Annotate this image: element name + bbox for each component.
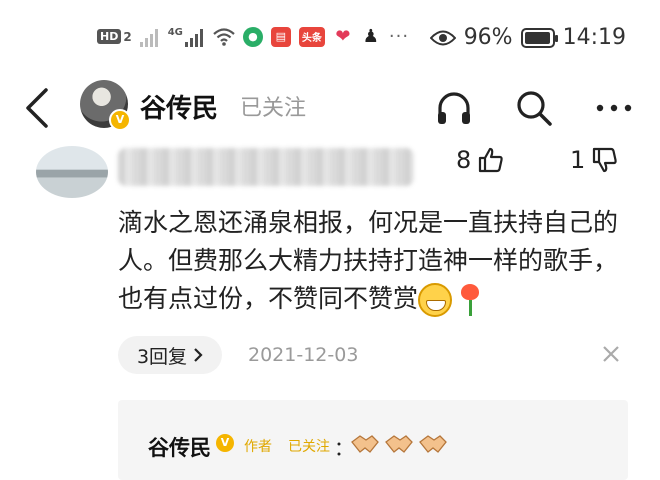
close-icon[interactable]	[600, 343, 622, 365]
status-bar: HD 2 4G ● ▤ 头条 ❤ ♟ ··· 96% 14:19	[0, 0, 660, 78]
comment-date: 2021-12-03	[248, 344, 359, 366]
like-button[interactable]: 8	[456, 146, 505, 174]
dislike-count: 1	[570, 146, 586, 174]
view-replies-button[interactable]: 3回复	[118, 336, 222, 374]
author-avatar[interactable]: V	[80, 80, 131, 131]
like-count: 8	[456, 146, 472, 174]
author-tag: 作者	[244, 439, 272, 455]
rose-emoji-icon	[458, 283, 482, 317]
headphones-icon[interactable]	[434, 88, 474, 128]
follow-tag: 已关注	[288, 439, 330, 455]
author-name[interactable]: 谷传民	[140, 88, 218, 125]
comment-text: 滴水之恩还涌泉相报，何况是一直扶持自己的人。但费那么大精力扶持打造神一样的歌手，…	[118, 208, 619, 313]
reply-emojis	[350, 432, 448, 456]
wechat-icon: ●	[242, 26, 263, 47]
commenter-avatar[interactable]	[36, 146, 108, 198]
status-right: 96% 14:19	[429, 25, 626, 50]
clock: 14:19	[562, 25, 626, 50]
wifi-icon	[213, 27, 235, 46]
network-type: 4G	[167, 27, 183, 38]
handshake-emoji-icon	[351, 435, 379, 453]
sim-slot: 2	[123, 29, 132, 44]
eye-icon	[429, 30, 456, 45]
reply-author-name[interactable]: 谷传民	[148, 432, 211, 462]
qq-icon: ♟	[360, 26, 381, 47]
dislike-button[interactable]: 1	[570, 146, 619, 174]
books-icon: ▤	[270, 26, 291, 47]
thumbs-down-icon	[593, 147, 617, 173]
more-options-icon[interactable]	[594, 88, 634, 128]
battery-icon	[520, 27, 558, 48]
back-arrow-icon[interactable]	[20, 86, 56, 130]
status-left: HD 2 4G ● ▤ 头条 ❤ ♟ ···	[97, 26, 409, 47]
reply-count: 3回复	[136, 345, 188, 368]
handshake-emoji-icon	[385, 435, 413, 453]
verified-badge: V	[216, 434, 234, 452]
more-notifications-icon: ···	[388, 26, 410, 47]
toutiao-icon: 头条	[298, 26, 325, 47]
search-icon[interactable]	[514, 88, 554, 128]
verified-badge: V	[109, 109, 131, 131]
comment-body: 滴水之恩还涌泉相报，何况是一直扶持自己的人。但费那么大精力扶持打造神一样的歌手，…	[118, 204, 618, 318]
handshake-emoji-icon	[419, 435, 447, 453]
hd-badge: HD	[97, 29, 122, 44]
thumbs-up-icon	[479, 147, 503, 173]
commenter-name-redacted	[118, 148, 414, 186]
signal-icon	[139, 27, 160, 47]
battery-percent: 96%	[463, 25, 513, 50]
follow-status-button[interactable]: 已关注	[240, 90, 306, 122]
signal-icon-2	[184, 27, 205, 47]
grin-emoji-icon	[418, 283, 453, 317]
heart-app-icon: ❤	[332, 26, 353, 47]
header: V 谷传民 已关注	[0, 78, 660, 138]
chevron-right-icon	[194, 348, 203, 362]
